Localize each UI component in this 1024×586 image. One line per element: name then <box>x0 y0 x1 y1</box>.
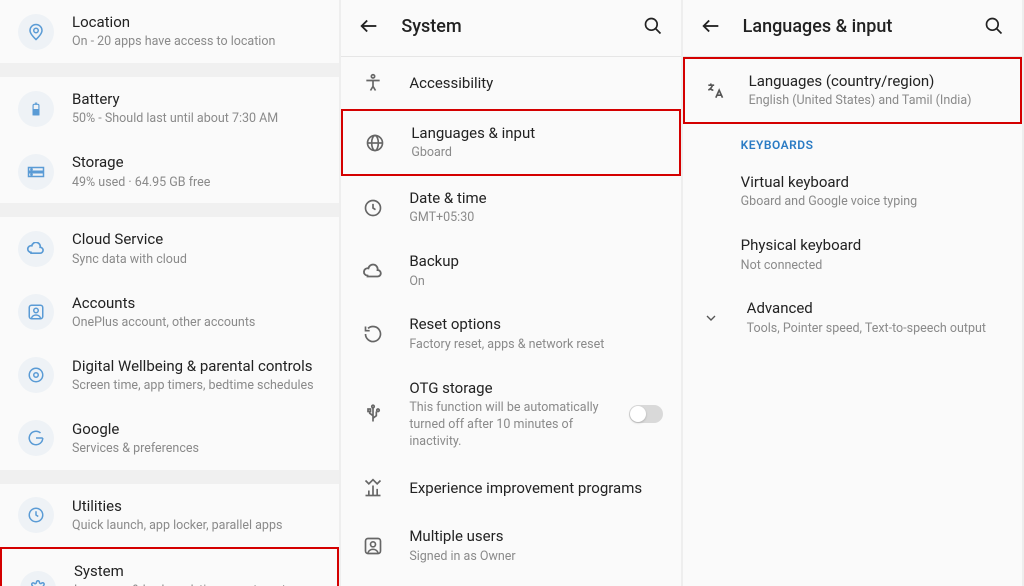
battery-icon <box>18 91 54 127</box>
row-sub: On - 20 apps have access to location <box>72 34 321 51</box>
accounts-icon <box>18 294 54 330</box>
user-icon <box>359 532 387 560</box>
system-icon <box>20 571 56 586</box>
row-datetime[interactable]: Date & time GMT+05:30 <box>341 176 680 239</box>
chart-icon <box>359 474 387 502</box>
row-sub: Gboard and Google voice typing <box>741 194 1004 211</box>
row-title: Digital Wellbeing & parental controls <box>72 356 321 376</box>
globe-icon <box>361 129 389 157</box>
accessibility-icon <box>359 69 387 97</box>
row-title: Utilities <box>72 496 321 516</box>
row-sub: Sync data with cloud <box>72 252 321 269</box>
storage-icon <box>18 154 54 190</box>
usb-icon <box>359 400 387 428</box>
row-accessibility[interactable]: Accessibility <box>341 57 680 109</box>
row-sub: English (United States) and Tamil (India… <box>749 93 1002 110</box>
divider <box>0 470 339 484</box>
row-title: System <box>74 561 319 581</box>
row-accounts[interactable]: Accounts OnePlus account, other accounts <box>0 281 339 344</box>
panel-settings: Location On - 20 apps have access to loc… <box>0 0 341 586</box>
header: Languages & input <box>683 0 1022 52</box>
row-advanced[interactable]: Advanced Tools, Pointer speed, Text-to-s… <box>683 286 1022 349</box>
row-otg[interactable]: OTG storage This function will be automa… <box>341 366 680 463</box>
row-sub: This function will be automatically turn… <box>409 400 618 451</box>
row-sub: GMT+05:30 <box>409 210 662 227</box>
row-sub: Not connected <box>741 258 1004 275</box>
row-title: Storage <box>72 152 321 172</box>
row-location[interactable]: Location On - 20 apps have access to loc… <box>0 0 339 63</box>
row-sub: Screen time, app timers, bedtime schedul… <box>72 378 321 395</box>
row-storage[interactable]: Storage 49% used · 64.95 GB free <box>0 140 339 203</box>
row-title: Experience improvement programs <box>409 478 662 498</box>
row-utilities[interactable]: Utilities Quick launch, app locker, para… <box>0 484 339 547</box>
cloud-icon <box>359 257 387 285</box>
row-languages-region[interactable]: Languages (country/region) English (Unit… <box>683 57 1022 124</box>
row-google[interactable]: Google Services & preferences <box>0 407 339 470</box>
row-title: Accounts <box>72 293 321 313</box>
row-title: Accessibility <box>409 73 662 93</box>
row-title: Location <box>72 12 321 32</box>
row-title: Languages (country/region) <box>749 71 1002 91</box>
row-title: Languages & input <box>411 123 660 143</box>
row-sub: 49% used · 64.95 GB free <box>72 175 321 192</box>
row-multiuser[interactable]: Multiple users Signed in as Owner <box>341 514 680 577</box>
row-wellbeing[interactable]: Digital Wellbeing & parental controls Sc… <box>0 344 339 407</box>
panel-system: System Accessibility Languages & input G… <box>341 0 682 586</box>
reset-icon <box>359 320 387 348</box>
row-title: OTG storage <box>409 378 618 398</box>
divider <box>0 63 339 77</box>
chevron-down-icon <box>701 306 721 330</box>
translate-icon <box>703 79 727 103</box>
page-title: System <box>401 16 640 37</box>
google-icon <box>18 420 54 456</box>
row-backup[interactable]: Backup On <box>341 239 680 302</box>
wellbeing-icon <box>18 357 54 393</box>
row-reset[interactable]: Reset options Factory reset, apps & netw… <box>341 302 680 365</box>
row-title: Google <box>72 419 321 439</box>
row-sub: Quick launch, app locker, parallel apps <box>72 518 321 535</box>
back-button[interactable] <box>699 14 723 38</box>
row-sub: Signed in as Owner <box>409 549 662 566</box>
row-title: Virtual keyboard <box>741 172 1004 192</box>
row-battery[interactable]: Battery 50% - Should last until about 7:… <box>0 77 339 140</box>
row-title: Physical keyboard <box>741 235 1004 255</box>
row-title: Backup <box>409 251 662 271</box>
row-physical-keyboard[interactable]: Physical keyboard Not connected <box>683 223 1022 286</box>
row-languages-input[interactable]: Languages & input Gboard <box>341 109 680 176</box>
clock-icon <box>359 194 387 222</box>
page-title: Languages & input <box>743 16 982 37</box>
cloud-icon <box>18 231 54 267</box>
row-sub: OnePlus account, other accounts <box>72 315 321 332</box>
row-sub: On <box>409 274 662 291</box>
row-sub: Tools, Pointer speed, Text-to-speech out… <box>747 321 1004 338</box>
row-sub: 50% - Should last until about 7:30 AM <box>72 111 321 128</box>
panel-languages-input: Languages & input Languages (country/reg… <box>683 0 1024 586</box>
row-experience[interactable]: Experience improvement programs <box>341 462 680 514</box>
row-system[interactable]: System Language & keyboard, time, reset,… <box>0 547 339 586</box>
row-title: Battery <box>72 89 321 109</box>
keyboards-section-label: KEYBOARDS <box>683 124 1022 160</box>
utilities-icon <box>18 497 54 533</box>
row-title: Multiple users <box>409 526 662 546</box>
header: System <box>341 0 680 52</box>
row-title: Cloud Service <box>72 229 321 249</box>
back-button[interactable] <box>357 14 381 38</box>
row-virtual-keyboard[interactable]: Virtual keyboard Gboard and Google voice… <box>683 160 1022 223</box>
row-title: Advanced <box>747 298 1004 318</box>
row-sub: Services & preferences <box>72 441 321 458</box>
row-ramboost[interactable]: RAM Boost <box>341 578 680 586</box>
location-icon <box>18 14 54 50</box>
row-title: Reset options <box>409 314 662 334</box>
search-button[interactable] <box>982 14 1006 38</box>
row-cloud[interactable]: Cloud Service Sync data with cloud <box>0 217 339 280</box>
search-button[interactable] <box>641 14 665 38</box>
row-sub: Factory reset, apps & network reset <box>409 337 662 354</box>
row-sub: Gboard <box>411 145 660 162</box>
otg-toggle[interactable] <box>629 405 663 423</box>
divider <box>0 203 339 217</box>
row-title: Date & time <box>409 188 662 208</box>
